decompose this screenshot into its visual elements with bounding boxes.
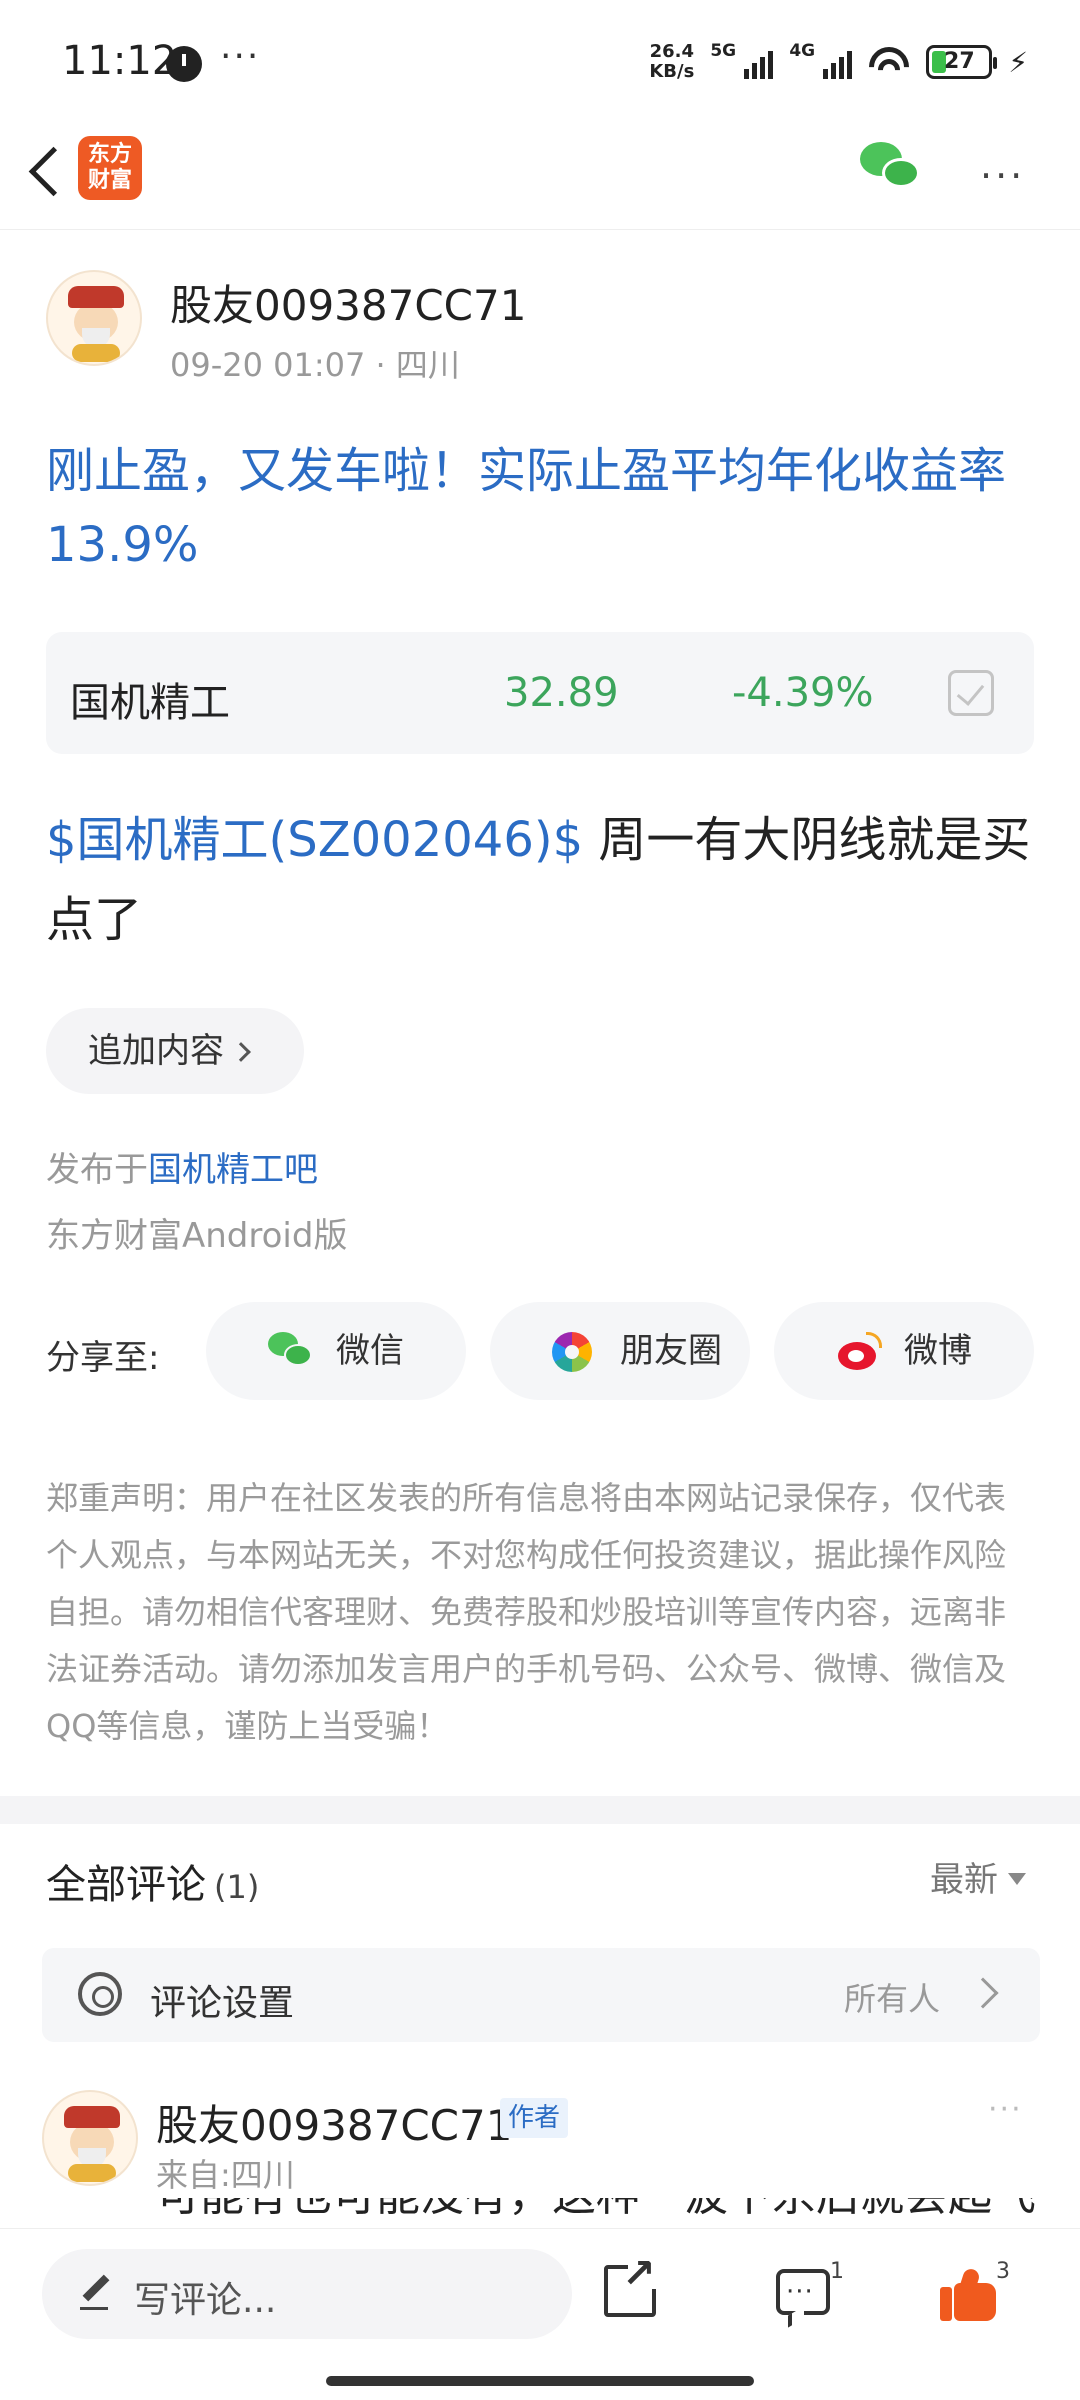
stock-bar-link[interactable]: 国机精工吧 [148, 1150, 318, 1190]
author-avatar[interactable] [46, 270, 142, 366]
post-body: $国机精工(SZ002046)$ 周一有大阴线就是买点了 [46, 800, 1041, 960]
chevron-right-icon [967, 1977, 999, 2009]
pencil-icon [78, 2273, 114, 2313]
sort-select[interactable]: 最新 [930, 1852, 1026, 1901]
status-icons: 26.4 KB/s 5G 4G 27 ⚡ [649, 38, 1028, 86]
network-speed-value: 26.4 [649, 41, 695, 62]
stock-mention-link[interactable]: $国机精工(SZ002046)$ [46, 812, 583, 868]
status-time: 11:12 [62, 38, 178, 84]
published-in: 发布于国机精工吧 [46, 1142, 318, 1191]
append-content-label: 追加内容 [88, 1031, 224, 1071]
stock-card[interactable]: 国机精工 32.89 -4.39% [46, 632, 1034, 754]
battery-icon: 27 [926, 45, 998, 79]
status-bar: 11:12 ··· 26.4 KB/s 5G 4G 27 ⚡ [0, 0, 1080, 120]
sort-value: 最新 [930, 1860, 998, 1900]
bottom-bar: 写评论... ··· 1 3 [0, 2228, 1080, 2400]
comment-more-icon[interactable]: ··· [988, 2092, 1023, 2127]
stock-change: -4.39% [732, 670, 874, 716]
published-prefix: 发布于 [46, 1150, 148, 1190]
comment-text: 可能有也可能没有，这种一波下杀后就会起飞 [156, 2198, 1036, 2228]
like-icon[interactable] [940, 2267, 996, 2321]
chevron-right-icon [231, 1042, 251, 1062]
comments-icon[interactable]: ··· [776, 2269, 830, 2315]
section-divider [0, 1796, 1080, 1824]
signal-4g-icon: 4G [789, 41, 853, 79]
charging-bolt-icon: ⚡ [1008, 45, 1028, 79]
status-more-indicator: ··· [220, 36, 261, 77]
share-moments-button[interactable]: 朋友圈 [490, 1302, 750, 1400]
battery-level: 27 [944, 49, 975, 74]
author-name[interactable]: 股友009387CC71 [170, 272, 526, 333]
more-options-icon[interactable]: ··· [980, 154, 1025, 198]
home-indicator[interactable] [326, 2376, 754, 2386]
comments-count-badge: 1 [830, 2259, 844, 2284]
client-info: 东方财富Android版 [46, 1216, 348, 1256]
app-logo-line2: 财富 [87, 168, 132, 193]
wifi-icon [868, 45, 911, 79]
comment-input[interactable]: 写评论... [42, 2249, 572, 2339]
comments-header: 全部评论 (1) [46, 1852, 259, 1910]
wechat-icon [268, 1332, 314, 1372]
share-out-icon[interactable] [604, 2251, 658, 2317]
back-icon[interactable] [22, 142, 72, 202]
share-wechat-button[interactable]: 微信 [206, 1302, 466, 1400]
comment-settings-row[interactable]: 评论设置 所有人 [42, 1948, 1040, 2042]
post-meta: 09-20 01:07 · 四川 [170, 340, 460, 386]
add-watchlist-icon[interactable] [948, 670, 994, 716]
share-label: 分享至: [46, 1338, 160, 1378]
append-content-button[interactable]: 追加内容 [46, 1008, 304, 1094]
comment-author[interactable]: 股友009387CC71 [156, 2092, 512, 2153]
meta-separator: · [375, 346, 396, 384]
app-logo: 东方 财富 [78, 136, 142, 200]
network-speed-unit: KB/s [649, 61, 695, 82]
comment-text-content: 可能有也可能没有，这种一波下杀后就会起飞 [156, 2198, 1036, 2228]
post-date: 09-20 01:07 [170, 346, 366, 384]
stock-price: 32.89 [504, 670, 619, 716]
share-wechat-label: 微信 [336, 1331, 404, 1371]
comment-avatar[interactable] [42, 2090, 138, 2186]
post-title: 刚止盈，又发车啦！实际止盈平均年化收益率 13.9% [46, 443, 1007, 573]
comment-location: 来自:四川 [156, 2156, 295, 2194]
nav-bar: 东方 财富 ··· [0, 120, 1080, 230]
signal-5g-label: 5G [710, 41, 737, 61]
comment-settings-label: 评论设置 [150, 1983, 295, 2024]
clock-icon [166, 46, 202, 82]
share-weibo-button[interactable]: 微博 [774, 1302, 1034, 1400]
comments-count: (1) [214, 1868, 260, 1906]
disclaimer: 郑重声明：用户在社区发表的所有信息将由本网站记录保存，仅代表个人观点，与本网站无… [46, 1479, 1007, 1745]
likes-count-badge: 3 [996, 2259, 1010, 2284]
comment-settings-value: 所有人 [844, 1980, 941, 2018]
gear-icon [78, 1972, 122, 2016]
author-badge: 作者 [500, 2098, 569, 2138]
app-logo-line1: 东方 [87, 142, 132, 167]
post-location: 四川 [395, 346, 460, 384]
signal-4g-label: 4G [789, 41, 816, 61]
comments-title: 全部评论 [46, 1862, 206, 1908]
stock-name: 国机精工 [70, 680, 230, 726]
moments-icon [552, 1332, 592, 1372]
weibo-icon [836, 1332, 882, 1372]
share-weibo-label: 微博 [904, 1331, 972, 1371]
share-moments-label: 朋友圈 [620, 1331, 722, 1371]
network-speed: 26.4 KB/s [649, 42, 694, 82]
wechat-share-icon[interactable] [860, 142, 924, 198]
signal-5g-icon: 5G [710, 41, 774, 79]
comment-input-placeholder: 写评论... [134, 2280, 277, 2321]
caret-down-icon [1008, 1873, 1026, 1885]
